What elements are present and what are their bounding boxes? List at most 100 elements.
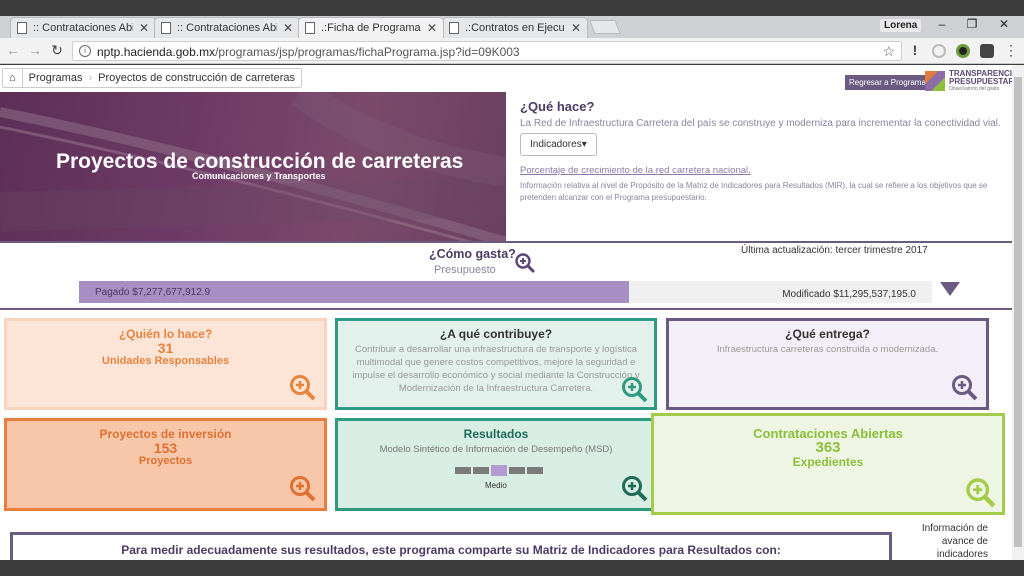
extension-icon[interactable] — [956, 44, 970, 58]
browser-tab-active[interactable]: .:Ficha de Programa ✕ — [298, 17, 444, 38]
tab-strip: :: Contrataciones Abiert ✕ :: Contrataci… — [0, 16, 1024, 38]
program-subtitle: Comunicaciones y Transportes — [192, 171, 326, 181]
address-bar: ← → ↻ i nptp.hacienda.gob.mx/programas/j… — [0, 38, 1024, 64]
card-title: ¿A qué contribuye? — [439, 327, 553, 341]
logo-tagline: Observatorio del gasto — [949, 86, 1000, 92]
tab-title: .:Contratos en Ejecución:. — [465, 22, 565, 34]
info-icon[interactable]: i — [79, 45, 91, 57]
card-resultados[interactable]: Resultados Modelo Sintético de Informaci… — [335, 418, 657, 511]
msd-segment — [455, 467, 471, 474]
msd-segment — [509, 467, 525, 474]
indicadores-dropdown[interactable]: Indicadores▾ — [520, 133, 597, 156]
browser-tab[interactable]: :: Contrataciones Abiert ✕ — [10, 17, 156, 38]
url-input[interactable]: i nptp.hacienda.gob.mx/programas/jsp/pro… — [72, 41, 902, 61]
logo-cube-icon — [925, 71, 945, 91]
restore-icon[interactable]: ❐ — [958, 17, 986, 31]
bookmark-star-icon[interactable]: ☆ — [882, 43, 895, 60]
alert-icon[interactable]: ! — [906, 42, 924, 58]
extension-icon[interactable] — [932, 44, 946, 58]
window-bottom-edge — [0, 560, 1024, 576]
reload-icon[interactable]: ↻ — [48, 42, 66, 59]
url-text: nptp.hacienda.gob.mx/programas/jsp/progr… — [97, 45, 520, 59]
msd-segment — [491, 465, 507, 476]
browser-tab[interactable]: :: Contrataciones Abiert ✕ — [154, 17, 300, 38]
minimize-icon[interactable]: – — [928, 17, 956, 31]
last-update: Última actualización: tercer trimestre 2… — [741, 245, 928, 256]
card-text: Contribuir a desarrollar una infraestruc… — [352, 344, 640, 394]
close-icon[interactable]: ✕ — [283, 21, 293, 35]
expand-caret-icon[interactable] — [940, 282, 960, 296]
url-path: /programas/jsp/programas/fichaPrograma.j… — [215, 45, 520, 59]
forward-arrow-icon[interactable]: → — [26, 42, 44, 58]
msd-segment — [527, 467, 543, 474]
card-quien-lo-hace[interactable]: ¿Quién lo hace? 31 Unidades Responsables — [4, 318, 327, 410]
indicator-note: Información relativa al nivel de Propósi… — [520, 181, 988, 202]
como-gasta-heading: ¿Cómo gasta? — [429, 247, 516, 261]
page-icon — [449, 22, 459, 34]
back-arrow-icon[interactable]: ← — [4, 42, 22, 58]
window-top-edge — [0, 0, 1024, 16]
msd-level-label: Medio — [485, 481, 507, 490]
zoom-in-icon[interactable] — [514, 252, 536, 274]
close-icon[interactable]: ✕ — [571, 21, 581, 35]
shared-mir-panel: Para medir adecuadamente sus resultados,… — [10, 532, 892, 560]
zoom-in-icon[interactable] — [620, 474, 648, 502]
breadcrumb: ⌂ Programas › Proyectos de construcción … — [2, 68, 302, 88]
card-label: Proyectos — [138, 455, 193, 467]
caret-down-icon: ▾ — [581, 139, 587, 150]
page-icon — [17, 22, 27, 34]
zoom-in-icon[interactable] — [964, 476, 996, 508]
card-title: Resultados — [463, 427, 529, 441]
tab-title: :: Contrataciones Abiert — [33, 22, 133, 34]
scrollbar-thumb[interactable] — [1014, 77, 1022, 547]
card-a-que-contribuye[interactable]: ¿A qué contribuye? Contribuir a desarrol… — [335, 318, 657, 410]
divider — [0, 308, 1012, 310]
scrollbar[interactable] — [1012, 65, 1024, 560]
transparencia-logo[interactable]: TRANSPARENCIAPRESUPUESTARIA Observatorio… — [925, 69, 1012, 93]
pocket-icon[interactable] — [980, 44, 994, 58]
card-proyectos-de-inversion[interactable]: Proyectos de inversión 153 Proyectos — [4, 418, 327, 511]
home-icon[interactable]: ⌂ — [3, 69, 23, 87]
card-title: ¿Qué entrega? — [785, 327, 870, 341]
new-tab-button[interactable] — [589, 20, 621, 34]
zoom-in-icon[interactable] — [620, 375, 648, 403]
web-page: ⌂ Programas › Proyectos de construcción … — [0, 65, 1012, 560]
tab-title: .:Ficha de Programa — [321, 22, 421, 34]
card-que-entrega[interactable]: ¿Qué entrega? Infraestructura carreteras… — [666, 318, 989, 410]
shared-mir-text: Para medir adecuadamente sus resultados,… — [121, 543, 781, 557]
breadcrumb-item[interactable]: Programas — [23, 72, 89, 84]
msd-scale — [455, 465, 543, 476]
zoom-in-icon[interactable] — [950, 373, 978, 401]
card-text: Modelo Sintético de Información de Desem… — [379, 444, 613, 455]
logo-line2: PRESUPUESTARIA — [949, 77, 1012, 86]
card-title: Proyectos de inversión — [99, 427, 232, 441]
indicator-link[interactable]: Porcentaje de crecimiento de la red carr… — [520, 165, 751, 176]
que-hace-heading: ¿Qué hace? — [520, 99, 595, 114]
close-icon[interactable]: ✕ — [427, 21, 437, 35]
que-hace-description: La Red de Infraestructura Carretera del … — [520, 118, 1001, 129]
breadcrumb-current: Proyectos de construcción de carreteras — [98, 72, 295, 84]
logo-text: TRANSPARENCIAPRESUPUESTARIA — [949, 70, 1012, 86]
card-number: 363 — [815, 439, 841, 456]
zoom-in-icon[interactable] — [288, 373, 316, 401]
avance-indicadores-link[interactable]: Información de avance de indicadores — [908, 522, 988, 560]
card-contrataciones-abiertas[interactable]: Contrataciones Abiertas 363 Expedientes — [651, 413, 1005, 515]
page-icon — [161, 22, 171, 34]
indicadores-label: Indicadores — [530, 139, 582, 150]
menu-icon[interactable]: ⋮ — [1002, 42, 1020, 59]
profile-name[interactable]: Lorena — [880, 19, 922, 32]
card-title: ¿Quién lo hace? — [118, 327, 213, 341]
page-icon — [305, 22, 315, 34]
card-label: Expedientes — [792, 455, 864, 469]
budget-bar: Pagado $7,277,677,912.9 Modificado $11,2… — [79, 281, 932, 303]
card-label: Unidades Responsables — [101, 355, 230, 367]
modified-label: Modificado $11,295,537,195.0 — [782, 289, 916, 300]
presupuesto-label: Presupuesto — [434, 264, 496, 276]
card-number: 153 — [153, 440, 178, 456]
zoom-in-icon[interactable] — [288, 474, 316, 502]
close-icon[interactable]: ✕ — [139, 21, 149, 35]
browser-tab[interactable]: .:Contratos en Ejecución:. ✕ — [442, 17, 588, 38]
msd-segment — [473, 467, 489, 474]
window-close-icon[interactable]: ✕ — [990, 17, 1018, 31]
back-to-programs-button[interactable]: Regresar a Programas — [845, 75, 934, 90]
